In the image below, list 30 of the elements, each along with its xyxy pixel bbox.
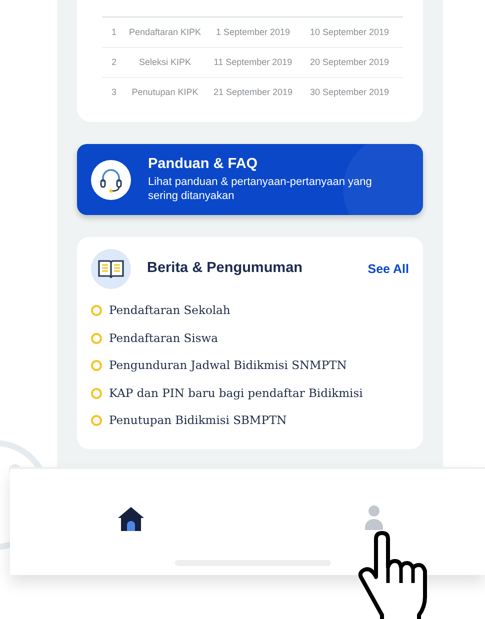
row-number: 3 bbox=[110, 86, 118, 100]
activity-cell-text: Penutupan KIPK bbox=[130, 86, 200, 100]
row-number: 1 bbox=[110, 26, 118, 39]
open-book-icon bbox=[91, 249, 131, 289]
open-date-cell-text: 1 September 2019 bbox=[214, 26, 292, 39]
guide-subtitle: Lihat panduan & pertanyaan-pertanyaan yang sering ditanyakan bbox=[148, 176, 373, 204]
news-item[interactable]: Pengunduran Jadwal Bidikmisi SNMPTN bbox=[109, 357, 347, 374]
news-item[interactable]: Penutupan Bidikmisi SBMPTN bbox=[109, 412, 287, 430]
activity-cell-text: Seleksi KIPK bbox=[138, 56, 192, 69]
bullet-icon bbox=[91, 332, 102, 344]
news-item[interactable]: KAP dan PIN baru bagi pendaftar Bidikmisi bbox=[109, 384, 363, 402]
close-date-cell-text: 10 September 2019 bbox=[308, 26, 390, 39]
close-date-cell-text: 20 September 2019 bbox=[308, 56, 390, 69]
open-date-cell-text: 11 September 2019 bbox=[212, 56, 294, 69]
bullet-icon bbox=[91, 388, 102, 399]
bullet-icon bbox=[91, 305, 102, 316]
bullet-icon bbox=[91, 415, 102, 426]
news-item[interactable]: Pendaftaran Siswa bbox=[109, 330, 218, 347]
guide-banner[interactable]: Panduan & FAQ Lihat panduan & pertanyaan-pertanyaan yang sering ditanyakan bbox=[77, 144, 423, 215]
bullet-icon bbox=[91, 360, 102, 372]
open-date-cell-text: 21 September 2019 bbox=[212, 86, 294, 100]
home-tab[interactable] bbox=[117, 505, 145, 533]
guide-title: Panduan & FAQ bbox=[148, 156, 259, 173]
activity-cell-text: Pendaftaran KIPK bbox=[128, 26, 202, 39]
see-all-link[interactable]: See All bbox=[368, 260, 409, 278]
row-number: 2 bbox=[110, 56, 118, 69]
news-item[interactable]: Pendaftaran Sekolah bbox=[109, 302, 230, 320]
close-date-cell-text: 30 September 2019 bbox=[308, 86, 390, 100]
headset-icon bbox=[91, 160, 131, 200]
news-title: Berita & Pengumuman bbox=[147, 259, 304, 278]
